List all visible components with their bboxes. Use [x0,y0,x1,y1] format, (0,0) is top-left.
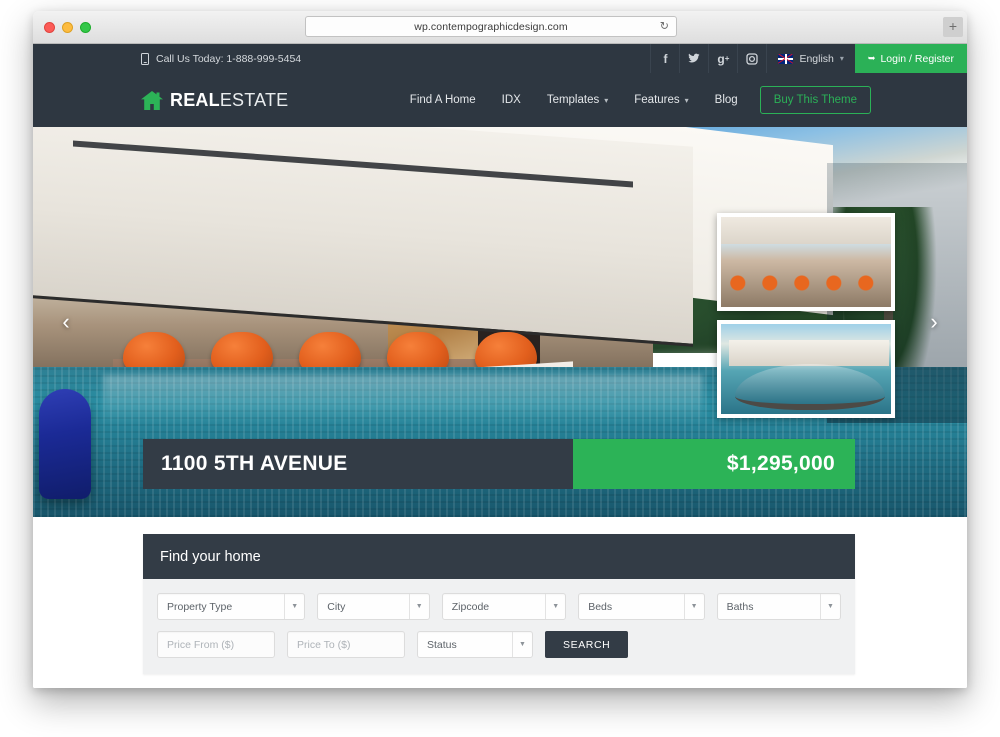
hero-thumbnails [717,213,895,418]
nav-item-templates[interactable]: Templates ▾ [534,94,621,106]
listing-price: $1,295,000 [573,439,855,489]
logo-text-light: ESTATE [219,89,289,110]
city-select[interactable]: City ▼ [317,593,430,620]
thumbnail-living-room[interactable] [717,213,895,311]
facebook-icon[interactable]: f [650,44,679,73]
thumbnail-pool-exterior[interactable] [717,320,895,418]
property-type-select[interactable]: Property Type ▼ [157,593,306,620]
nav-label: Features [634,94,680,106]
instagram-glyph [746,52,759,65]
chevron-down-icon: ▾ [839,54,844,63]
login-register-button[interactable]: ➥ Login / Register [854,44,967,73]
page-root: wp.contempographicdesign.com ↻ + Call Us… [0,0,1000,737]
minimize-window-button[interactable] [62,22,73,33]
zoom-window-button[interactable] [80,22,91,33]
city-value: City [327,600,346,613]
google-plus-icon[interactable]: g + [708,44,737,73]
slider-next-arrow-icon[interactable]: › [923,311,945,333]
instagram-icon[interactable] [737,44,766,73]
page-viewport: Call Us Today: 1-888-999-5454 f g + Engl… [33,44,967,688]
beds-value: Beds [588,600,613,613]
buy-this-theme-button[interactable]: Buy This Theme [759,86,871,114]
chevron-down-icon: ▾ [604,95,609,105]
address-bar[interactable]: wp.contempographicdesign.com ↻ [305,16,677,37]
hero-blue-vase [39,389,91,499]
uk-flag-icon [778,53,794,64]
main-navigation-bar: REALESTATE Find A Home IDX Templates ▾ F… [33,73,967,127]
language-label: English [799,52,834,65]
baths-select[interactable]: Baths ▼ [716,593,842,620]
beds-select[interactable]: Beds ▼ [578,593,705,620]
baths-value: Baths [726,600,754,613]
search-panel-title: Find your home [143,534,855,579]
chevron-down-icon: ▼ [545,594,565,619]
hero-pool-reflection [103,375,703,425]
chevron-down-icon: ▾ [684,95,689,105]
chevron-down-icon: ▼ [408,594,429,619]
new-tab-button[interactable]: + [943,17,963,37]
hero-slider: ‹ › 1100 5TH AVENUE $1,295,000 [33,127,967,517]
property-type-value: Property Type [167,600,233,613]
search-panel-body: Property Type ▼ City ▼ Zipcode ▼ Beds ▼ … [143,579,855,674]
language-selector[interactable]: English ▾ [766,44,854,73]
chevron-down-icon: ▼ [820,594,840,619]
search-button[interactable]: SEARCH [545,631,629,658]
status-select[interactable]: Status ▼ [417,631,533,658]
mobile-phone-icon [141,52,149,65]
nav-item-features[interactable]: Features ▾ [621,94,701,106]
price-from-placeholder: Price From ($) [167,638,235,651]
browser-window: wp.contempographicdesign.com ↻ + Call Us… [33,11,967,688]
window-controls [44,22,91,33]
nav-label: Blog [714,94,738,106]
close-window-button[interactable] [44,22,55,33]
logo-text: REALESTATE [170,90,288,111]
site-logo[interactable]: REALESTATE [141,90,288,111]
below-hero-section: Find your home Property Type ▼ City ▼ Zi… [33,517,967,688]
twitter-icon[interactable] [679,44,708,73]
url-text: wp.contempographicdesign.com [414,20,568,33]
nav-label: Find A Home [409,94,476,106]
login-arrow-icon: ➥ [867,53,876,63]
phone-text: Call Us Today: 1-888-999-5454 [156,52,302,65]
nav-label: Templates [546,94,600,106]
top-bar-right: f g + English ▾ ➥ Login / Register [650,44,967,73]
chevron-down-icon: ▼ [683,594,704,619]
nav-item-blog[interactable]: Blog [702,94,751,106]
login-register-label: Login / Register [880,52,954,65]
twitter-bird-glyph [688,53,700,63]
zipcode-value: Zipcode [451,600,490,613]
price-to-input[interactable]: Price To ($) [287,631,405,658]
price-to-placeholder: Price To ($) [297,638,351,651]
listing-address: 1100 5TH AVENUE [143,439,573,489]
browser-titlebar: wp.contempographicdesign.com ↻ + [33,11,967,44]
nav-menu: Find A Home IDX Templates ▾ Features ▾ B [397,86,967,114]
search-row-2: Price From ($) Price To ($) Status ▼ SEA… [157,631,841,658]
featured-listing-banner[interactable]: 1100 5TH AVENUE $1,295,000 [143,439,855,489]
chevron-down-icon: ▼ [512,632,532,657]
top-utility-bar: Call Us Today: 1-888-999-5454 f g + Engl… [33,44,967,73]
reload-icon[interactable]: ↻ [660,21,669,32]
search-panel: Find your home Property Type ▼ City ▼ Zi… [143,534,855,674]
price-from-input[interactable]: Price From ($) [157,631,275,658]
search-row-1: Property Type ▼ City ▼ Zipcode ▼ Beds ▼ … [157,593,842,620]
house-icon [141,90,163,110]
phone-contact: Call Us Today: 1-888-999-5454 [33,44,301,73]
slider-prev-arrow-icon[interactable]: ‹ [55,311,77,333]
nav-item-idx[interactable]: IDX [489,94,534,106]
zipcode-select[interactable]: Zipcode ▼ [441,593,567,620]
nav-label: IDX [501,94,521,106]
status-value: Status [427,638,457,651]
logo-text-bold: REAL [170,89,220,110]
nav-item-find-a-home[interactable]: Find A Home [397,94,489,106]
chevron-down-icon: ▼ [284,594,304,619]
